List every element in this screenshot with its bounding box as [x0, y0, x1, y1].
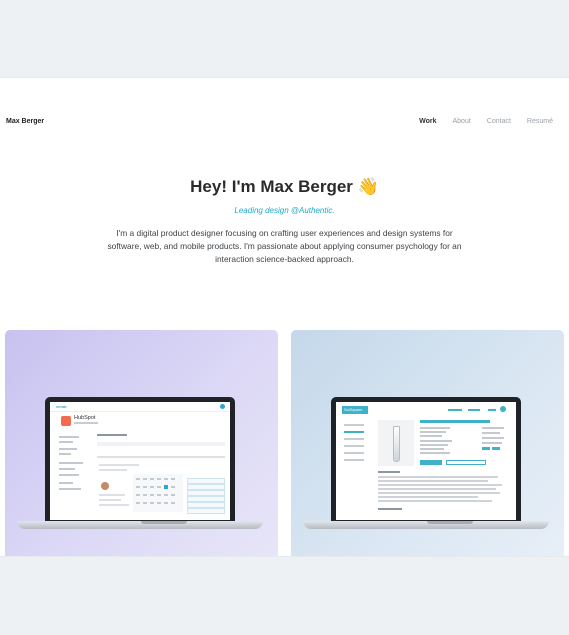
main-nav: Work About Contact Resumé — [419, 118, 553, 125]
nav-contact[interactable]: Contact — [487, 118, 511, 125]
nav-about[interactable]: About — [453, 118, 471, 125]
pipette-tip-image — [393, 426, 400, 462]
app-topbar: vendr — [50, 402, 230, 412]
secondary-button — [446, 460, 486, 465]
hero-title: Hey! I'm Max Berger 👋 — [0, 177, 569, 197]
laptop-screen-bezel: vendr HubSpot — [45, 397, 235, 523]
app-main-panel — [97, 434, 225, 514]
hero-title-text: Hey! I'm Max Berger — [190, 177, 353, 196]
product-image — [378, 420, 414, 466]
company-subtitle — [74, 422, 98, 424]
scisquare-logo: SciSquare — [342, 406, 368, 414]
vendr-logo: vendr — [56, 404, 67, 409]
laptop-notch — [141, 521, 187, 524]
waving-hand-icon: 👋 — [357, 177, 379, 196]
user-avatar-icon — [220, 404, 225, 409]
company-name: HubSpot — [74, 415, 96, 421]
laptop-mockup: SciSquare — [303, 397, 549, 529]
portfolio-page: Max Berger Work About Contact Resumé Hey… — [0, 78, 569, 556]
laptop-base — [303, 521, 549, 529]
calendar-widget — [133, 474, 183, 512]
laptop-mockup: vendr HubSpot — [17, 397, 263, 529]
laptop-notch — [427, 521, 473, 524]
person-avatar — [101, 482, 109, 490]
laptop-screen-bezel: SciSquare — [331, 397, 521, 523]
hero-description: I'm a digital product designer focusing … — [107, 228, 462, 264]
time-slot-list — [187, 474, 225, 514]
product-title — [420, 420, 490, 423]
hero-subtitle: Leading design @Authentic. — [234, 206, 335, 215]
project-card-hubspot[interactable]: vendr HubSpot — [5, 330, 278, 556]
nav-work[interactable]: Work — [419, 118, 436, 125]
project-card-scisquare[interactable]: SciSquare — [291, 330, 564, 556]
nav-resume[interactable]: Resumé — [527, 118, 553, 125]
brand-logo[interactable]: Max Berger — [6, 118, 44, 125]
hubspot-logo-icon — [61, 416, 71, 426]
laptop-base — [17, 521, 263, 529]
add-to-cart-button — [420, 460, 442, 465]
project-screenshot: vendr HubSpot — [50, 402, 230, 520]
project-screenshot: SciSquare — [336, 402, 516, 520]
